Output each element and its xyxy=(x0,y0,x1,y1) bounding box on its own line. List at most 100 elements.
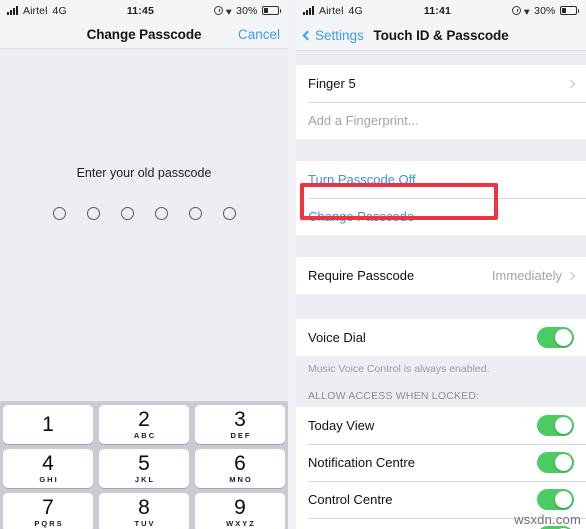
row-label: Turn Passcode Off xyxy=(308,172,416,187)
battery-icon xyxy=(261,6,281,15)
row-voice-dial[interactable]: Voice Dial xyxy=(296,319,586,356)
left-nav-bar: Change Passcode Cancel xyxy=(0,21,288,49)
keypad-key-3[interactable]: 3 DEF xyxy=(195,405,285,444)
row-change-passcode[interactable]: Change Passcode xyxy=(296,198,586,235)
numeric-keypad: 1 2 ABC 3 DEF 4 GHI 5 JKL 6 MNO 7 PQRS 8… xyxy=(0,401,288,529)
row-label: Control Centre xyxy=(308,492,393,507)
keypad-key-6[interactable]: 6 MNO xyxy=(195,449,285,488)
key-digit: 7 xyxy=(42,496,54,520)
row-notification-centre[interactable]: Notification Centre xyxy=(296,444,586,481)
row-turn-passcode-off[interactable]: Turn Passcode Off xyxy=(296,161,586,198)
row-label: Change Passcode xyxy=(308,209,415,224)
keypad-key-1[interactable]: 1 xyxy=(3,405,93,444)
chevron-left-icon xyxy=(302,30,313,41)
carrier-label: Airtel xyxy=(23,4,48,17)
status-clock: 11:41 xyxy=(423,4,452,17)
list-spacer xyxy=(296,51,586,65)
key-digit: 1 xyxy=(42,413,54,436)
row-label: Add a Fingerprint... xyxy=(308,113,419,128)
left-status-right: 30% xyxy=(214,5,281,17)
key-digit: 6 xyxy=(234,452,246,476)
back-to-settings-button[interactable]: Settings xyxy=(302,28,364,43)
allow-access-group: Today View Notification Centre Control C… xyxy=(296,407,586,529)
row-require-passcode[interactable]: Require Passcode Immediately xyxy=(296,257,586,294)
left-status-left: Airtel 4G xyxy=(7,5,67,17)
battery-percent-label: 30% xyxy=(236,4,258,17)
row-label: Voice Dial xyxy=(308,330,366,345)
key-letters: PQRS xyxy=(34,519,64,529)
keypad-key-8[interactable]: 8 TUV xyxy=(99,493,189,529)
row-label: Require Passcode xyxy=(308,268,415,283)
battery-icon xyxy=(559,6,579,15)
voice-dial-toggle[interactable] xyxy=(537,327,574,348)
voice-dial-group: Voice Dial xyxy=(296,319,586,356)
back-label: Settings xyxy=(315,28,364,43)
battery-percent-label: 30% xyxy=(534,4,556,17)
notification-centre-toggle[interactable] xyxy=(537,452,574,473)
row-label: Today View xyxy=(308,418,375,433)
network-label: 4G xyxy=(348,4,363,17)
list-spacer xyxy=(296,235,586,257)
key-letters: JKL xyxy=(134,475,156,485)
passcode-group: Turn Passcode Off Change Passcode xyxy=(296,161,586,235)
key-digit: 8 xyxy=(138,496,150,520)
key-letters: ABC xyxy=(133,431,157,441)
row-today-view[interactable]: Today View xyxy=(296,407,586,444)
left-phone-screen: Airtel 4G 11:45 30% Change Passcode Canc… xyxy=(0,0,288,529)
location-arrow-icon xyxy=(523,6,532,15)
keypad-key-5[interactable]: 5 JKL xyxy=(99,449,189,488)
row-label: Notification Centre xyxy=(308,455,415,470)
settings-list: Finger 5 Add a Fingerprint... Turn Passc… xyxy=(296,51,586,529)
alarm-clock-icon xyxy=(214,6,224,15)
passcode-dot xyxy=(86,207,100,220)
right-nav-bar: Settings Touch ID & Passcode xyxy=(296,21,586,51)
chevron-right-icon xyxy=(566,271,576,280)
require-passcode-value: Immediately xyxy=(491,268,562,283)
watermark-label: wsxdn.com xyxy=(514,512,581,527)
passcode-dot xyxy=(188,207,202,220)
keypad-key-7[interactable]: 7 PQRS xyxy=(3,493,93,529)
keypad-key-2[interactable]: 2 ABC xyxy=(99,405,189,444)
carrier-label: Airtel xyxy=(319,4,344,17)
keypad-key-4[interactable]: 4 GHI xyxy=(3,449,93,488)
control-centre-toggle[interactable] xyxy=(537,489,574,510)
passcode-dots xyxy=(0,207,288,220)
key-letters: WXYZ xyxy=(226,519,256,529)
alarm-clock-icon xyxy=(512,6,522,15)
passcode-dot xyxy=(154,207,168,220)
left-status-bar: Airtel 4G 11:45 30% xyxy=(0,0,288,21)
key-letters: GHI xyxy=(39,475,59,485)
screenshot-stage: Airtel 4G 11:45 30% Change Passcode Canc… xyxy=(0,0,586,529)
key-digit: 9 xyxy=(234,496,246,520)
row-label: Finger 5 xyxy=(308,76,356,91)
allow-access-section-header: ALLOW ACCESS WHEN LOCKED: xyxy=(296,381,586,407)
chevron-right-icon xyxy=(566,79,576,88)
row-finger-5[interactable]: Finger 5 xyxy=(296,65,586,102)
right-phone-screen: Airtel 4G 11:41 30% Settings Touch ID & … xyxy=(296,0,586,529)
passcode-dot xyxy=(222,207,236,220)
right-status-bar: Airtel 4G 11:41 30% xyxy=(296,0,586,21)
passcode-dot xyxy=(52,207,66,220)
right-status-right: 30% xyxy=(512,5,579,17)
signal-bars-icon xyxy=(303,6,314,15)
passcode-prompt: Enter your old passcode xyxy=(76,166,212,180)
row-value: Immediately xyxy=(491,268,576,283)
network-label: 4G xyxy=(52,4,67,17)
key-digit: 3 xyxy=(234,408,246,432)
status-clock: 11:45 xyxy=(126,4,155,17)
right-status-left: Airtel 4G xyxy=(303,5,363,17)
row-add-fingerprint[interactable]: Add a Fingerprint... xyxy=(296,102,586,139)
key-digit: 2 xyxy=(138,408,150,432)
list-spacer xyxy=(296,294,586,319)
cancel-button[interactable]: Cancel xyxy=(238,27,280,42)
fingerprint-group: Finger 5 Add a Fingerprint... xyxy=(296,65,586,139)
key-letters: TUV xyxy=(134,519,156,529)
today-view-toggle[interactable] xyxy=(537,415,574,436)
key-letters: MNO xyxy=(229,475,253,485)
key-digit: 5 xyxy=(138,452,150,476)
passcode-dot xyxy=(120,207,134,220)
key-letters: DEF xyxy=(230,431,252,441)
require-passcode-group: Require Passcode Immediately xyxy=(296,257,586,294)
keypad-key-9[interactable]: 9 WXYZ xyxy=(195,493,285,529)
signal-bars-icon xyxy=(7,6,18,15)
